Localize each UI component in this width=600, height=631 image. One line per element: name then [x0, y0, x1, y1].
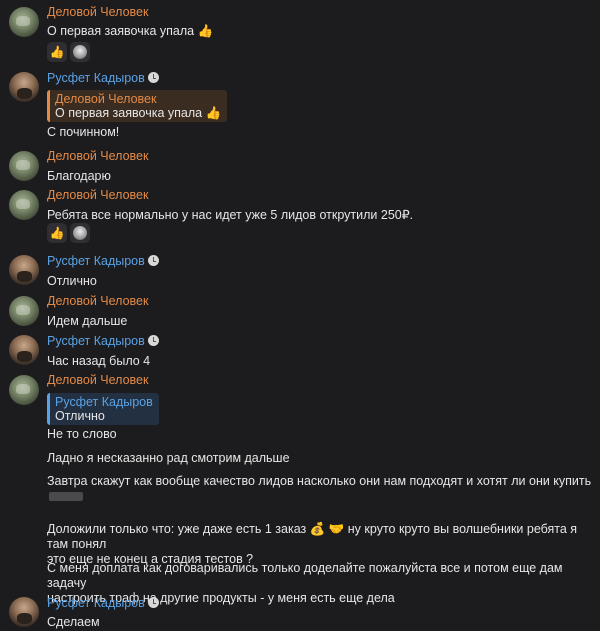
message-text: С починном! [47, 125, 120, 139]
avatar[interactable] [9, 375, 39, 405]
avatar[interactable] [9, 72, 39, 102]
avatar[interactable] [9, 190, 39, 220]
author-name[interactable]: Деловой Человек [47, 373, 592, 388]
avatar[interactable] [9, 597, 39, 627]
author-name[interactable]: Русфет Кадыров [47, 596, 592, 611]
author-name[interactable]: Деловой Человек [47, 294, 592, 309]
thumbs-up-icon: 👍 [49, 226, 65, 240]
clock-icon [147, 335, 159, 346]
avatar[interactable] [9, 255, 39, 285]
author-name[interactable]: Деловой Человек [47, 5, 592, 20]
message-text: Отлично [47, 274, 97, 288]
message-text: Благодарю [47, 169, 111, 183]
author-name[interactable]: Деловой Человек [47, 188, 592, 203]
message-text: Завтра скажут как вообще качество лидов … [47, 474, 592, 504]
message-text: Час назад было 4 [47, 354, 151, 368]
avatar[interactable] [9, 335, 39, 365]
reply-quote[interactable]: Деловой Человек О первая заявочка упала … [47, 90, 228, 122]
author-name[interactable]: Русфет Кадыров [47, 71, 592, 86]
reply-author: Русфет Кадыров [55, 395, 153, 409]
clock-icon [147, 597, 159, 608]
message-text: Ребята все нормально у нас идет уже 5 ли… [47, 208, 414, 222]
message-text: Не то слово [47, 427, 117, 441]
author-name[interactable]: Русфет Кадыров [47, 334, 592, 349]
message-text: О первая заявочка упала 👍 [47, 24, 214, 38]
reactor-avatar [70, 223, 90, 243]
reply-text: Отлично [55, 409, 105, 423]
clock-icon [147, 72, 159, 83]
avatar[interactable] [9, 151, 39, 181]
message-text: Ладно я несказанно рад смотрим дальше [47, 451, 290, 465]
reactor-avatar [70, 42, 90, 62]
reaction-button[interactable]: 👍 [47, 42, 67, 62]
reply-text: О первая заявочка упала 👍 [55, 106, 222, 120]
reply-author: Деловой Человек [55, 92, 157, 106]
avatar[interactable] [9, 7, 39, 37]
author-name[interactable]: Русфет Кадыров [47, 254, 592, 269]
clock-icon [147, 255, 159, 266]
redacted-block [49, 492, 83, 501]
reply-quote[interactable]: Русфет Кадыров Отлично [47, 393, 159, 425]
avatar[interactable] [9, 296, 39, 326]
chat-history: Деловой Человек О первая заявочка упала … [0, 0, 600, 631]
message-text: Идем дальше [47, 314, 128, 328]
reactions: 👍 [47, 42, 90, 62]
reaction-button[interactable]: 👍 [47, 223, 67, 243]
author-name[interactable]: Деловой Человек [47, 149, 592, 164]
message-text: Сделаем [47, 615, 100, 629]
reactions: 👍 [47, 223, 90, 243]
thumbs-up-icon: 👍 [49, 45, 65, 59]
